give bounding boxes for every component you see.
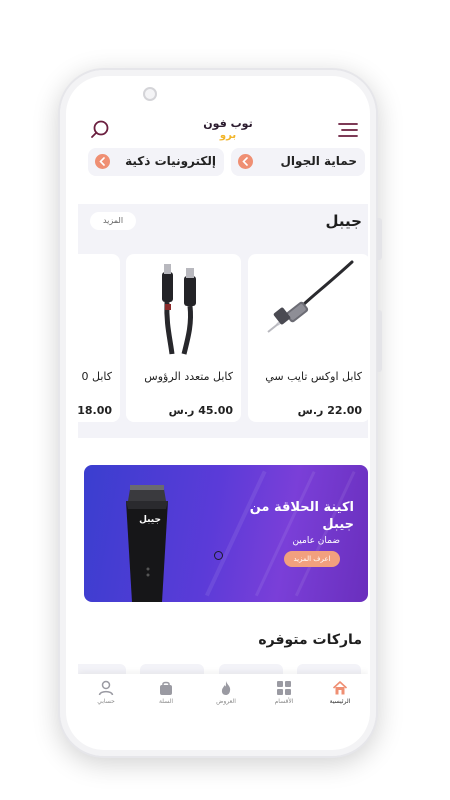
cart-icon — [160, 681, 172, 695]
section-title: جيبل — [325, 212, 362, 230]
banner-decoration — [126, 470, 356, 602]
logo-text: توب فون — [203, 117, 253, 130]
nav-label: الرئيسية — [329, 698, 351, 705]
product-name: كابل اوكس تايب سي — [265, 370, 362, 383]
nav-item-offers[interactable]: العروض — [198, 678, 254, 712]
product-brand-mark: جيبل — [139, 515, 161, 525]
nav-item-home[interactable]: الرئيسية — [312, 678, 368, 712]
user-icon — [98, 680, 114, 696]
nav-label: الأقسام — [274, 698, 294, 705]
category-chip-phone-protection[interactable]: حماية الجوال — [231, 148, 365, 176]
search-icon[interactable] — [90, 120, 110, 140]
product-image-multi-cable — [162, 264, 196, 355]
app-header: توب فون برو — [78, 108, 368, 152]
product-name: كابل متعدد الرؤوس — [144, 370, 233, 383]
arrow-left-icon — [238, 154, 253, 169]
nav-label: حسابي — [97, 698, 115, 705]
product-card[interactable]: كابل متعدد الرؤوس 45.00 ر.س — [126, 254, 241, 422]
brands-section-title: ماركات متوفره — [258, 632, 362, 648]
logo-subtext: برو — [219, 130, 237, 141]
phone-side-button — [377, 218, 382, 260]
app-screen: توب فون برو حماية الجوال إلكترونيات ذكية… — [78, 108, 368, 716]
category-chip-label: إلكترونيات ذكية — [125, 154, 216, 168]
nav-item-categories[interactable]: الأقسام — [256, 678, 312, 712]
product-card[interactable]: كابل اوكس تايب سي 22.00 ر.س — [248, 254, 368, 422]
product-price: 18.00 — [78, 404, 112, 417]
category-chip-smart-electronics[interactable]: إلكترونيات ذكية — [88, 148, 224, 176]
carousel-indicator-dot[interactable] — [214, 551, 223, 560]
bottom-navigation: الرئيسية الأقسام العروض السلة حسابي — [78, 674, 368, 716]
nav-label: العروض — [216, 698, 236, 705]
home-icon — [332, 681, 348, 695]
app-logo: توب فون برو — [198, 117, 258, 142]
nav-label: السلة — [158, 698, 174, 705]
banner-subtitle: ضمان عامين — [292, 536, 340, 546]
product-name: كابل 0 سي — [78, 370, 112, 383]
promo-banner[interactable]: جيبل اكينة الحلاقة من جيبل ضمان عامين اع… — [84, 465, 368, 602]
category-chip-label: حماية الجوال — [280, 154, 357, 168]
hamburger-menu-icon[interactable] — [338, 122, 358, 138]
more-button[interactable]: المزيد — [90, 212, 136, 230]
product-card[interactable]: كابل 0 سي 18.00 — [78, 254, 120, 422]
camera-dot — [143, 87, 157, 101]
fire-icon — [221, 681, 231, 695]
arrow-left-icon — [95, 154, 110, 169]
product-price: 22.00 ر.س — [297, 404, 362, 417]
banner-title: اكينة الحلاقة من جيبل — [249, 500, 354, 532]
phone-side-button — [377, 310, 382, 372]
nav-item-account[interactable]: حسابي — [78, 678, 134, 712]
nav-item-cart[interactable]: السلة — [138, 678, 194, 712]
product-image-aux-cable — [267, 260, 354, 333]
learn-more-button[interactable]: اعرف المزيد — [284, 551, 340, 567]
product-price: 45.00 ر.س — [168, 404, 233, 417]
grid-icon — [277, 681, 291, 695]
